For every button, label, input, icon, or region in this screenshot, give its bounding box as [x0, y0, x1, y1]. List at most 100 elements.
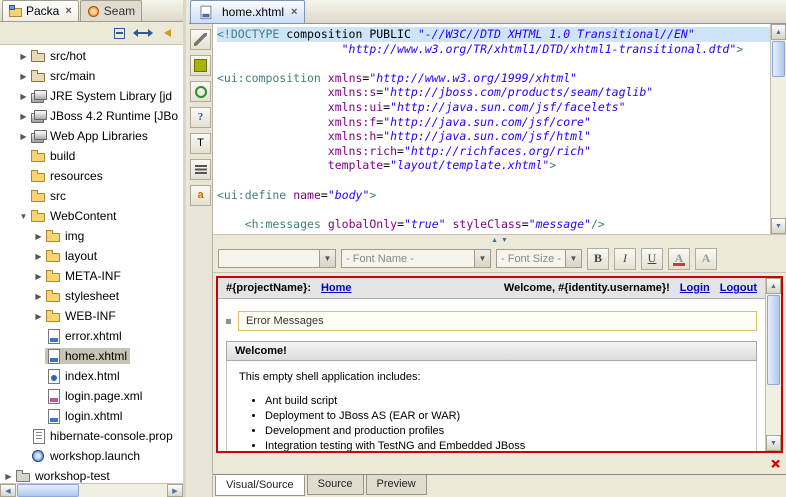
tree-item[interactable]: ▶JRE System Library [jd	[0, 86, 183, 106]
tree-item[interactable]: ▶layout	[0, 246, 183, 266]
scrollbar-track[interactable]	[80, 484, 167, 497]
scrollbar-thumb[interactable]	[767, 295, 780, 385]
code-line[interactable]	[217, 202, 770, 217]
tree-item[interactable]: ▶img	[0, 226, 183, 246]
tree-item[interactable]: ▶src/main	[0, 66, 183, 86]
scrollbar-thumb[interactable]	[17, 484, 79, 497]
login-link[interactable]: Login	[680, 282, 710, 294]
expander-icon[interactable]: ▶	[17, 52, 30, 61]
tree-item-content[interactable]: home.xhtml	[45, 348, 130, 364]
tree-item-content[interactable]: resources	[30, 168, 106, 184]
italic-button[interactable]: I	[614, 248, 636, 270]
tree-item[interactable]: build	[0, 146, 183, 166]
messages-element-row[interactable]: Error Messages	[226, 311, 757, 331]
bullet-list-icon[interactable]	[190, 159, 211, 180]
tree-item[interactable]: ▼WebContent	[0, 206, 183, 226]
highlight-color-icon[interactable]: A	[695, 248, 717, 270]
code-line[interactable]: xmlns:rich="http://richfaces.org/rich"	[217, 144, 770, 159]
tree-item-content[interactable]: stylesheet	[45, 288, 122, 304]
tree-item[interactable]: workshop.launch	[0, 446, 183, 466]
tree-item-content[interactable]: workshop-test	[15, 468, 113, 483]
chevron-down-icon[interactable]: ▼	[319, 250, 335, 267]
tree-item-content[interactable]: workshop.launch	[30, 448, 143, 464]
expander-icon[interactable]: ▶	[32, 252, 45, 261]
bold-button[interactable]: B	[587, 248, 609, 270]
expander-icon[interactable]: ▶	[32, 292, 45, 301]
tree-item-content[interactable]: index.html	[45, 368, 123, 384]
tree-item-content[interactable]: build	[30, 148, 78, 164]
expander-icon[interactable]: ▶	[17, 112, 30, 121]
code-line[interactable]: template="layout/template.xhtml">	[217, 158, 770, 173]
logout-link[interactable]: Logout	[720, 282, 757, 294]
tree-item-content[interactable]: login.page.xml	[45, 388, 145, 404]
tree-item[interactable]: login.xhtml	[0, 406, 183, 426]
font-size-dropdown[interactable]: - Font Size - ▼	[496, 249, 582, 268]
expander-icon[interactable]: ▶	[17, 92, 30, 101]
tree-item-content[interactable]: WebContent	[30, 208, 120, 224]
tree-item[interactable]: ▶src/hot	[0, 46, 183, 66]
tree-item[interactable]: ▶stylesheet	[0, 286, 183, 306]
expander-icon[interactable]: ▶	[32, 312, 45, 321]
scroll-up-icon[interactable]: ▲	[766, 278, 781, 294]
editor-tab-home-xhtml[interactable]: home.xhtml ×	[190, 0, 305, 23]
scrollbar-track[interactable]	[766, 386, 781, 435]
expander-icon[interactable]: ▶	[17, 132, 30, 141]
tree-item[interactable]: ▶WEB-INF	[0, 306, 183, 326]
tree-item-content[interactable]: src/main	[30, 68, 98, 84]
scroll-left-icon[interactable]: ◀	[0, 484, 16, 497]
tree-item-content[interactable]: error.xhtml	[45, 328, 125, 344]
tree-item[interactable]: ▶workshop-test	[0, 466, 183, 483]
underline-button[interactable]: U	[641, 248, 663, 270]
tree-item[interactable]: resources	[0, 166, 183, 186]
tree-item-content[interactable]: META-INF	[45, 268, 124, 284]
close-icon[interactable]: ×	[65, 5, 71, 17]
close-icon[interactable]: ×	[291, 6, 297, 18]
minimize-view-icon[interactable]	[157, 24, 177, 43]
tree-horizontal-scrollbar[interactable]: ◀ ▶	[0, 483, 183, 497]
scroll-down-icon[interactable]: ▼	[771, 218, 786, 234]
tree-item-content[interactable]: login.xhtml	[45, 408, 125, 424]
code-scrollbar[interactable]: ▲ ▼	[770, 24, 786, 234]
tree-item[interactable]: hibernate-console.prop	[0, 426, 183, 446]
text-formatting-icon[interactable]: T	[190, 133, 211, 154]
error-messages-box[interactable]: Error Messages	[238, 311, 757, 331]
tree-item-content[interactable]: hibernate-console.prop	[30, 428, 176, 444]
tree-item[interactable]: ▶JBoss 4.2 Runtime [JBo	[0, 106, 183, 126]
expander-icon[interactable]: ▶	[32, 272, 45, 281]
home-link[interactable]: Home	[321, 282, 352, 294]
code-line[interactable]: <!DOCTYPE composition PUBLIC "-//W3C//DT…	[217, 27, 770, 42]
expander-icon[interactable]: ▶	[17, 72, 30, 81]
anchor-icon[interactable]: a	[190, 185, 211, 206]
collapse-all-icon[interactable]	[109, 24, 129, 43]
code-line[interactable]	[217, 56, 770, 71]
code-line[interactable]: xmlns:ui="http://java.sun.com/jsf/facele…	[217, 100, 770, 115]
code-line[interactable]: xmlns:f="http://java.sun.com/jsf/core"	[217, 115, 770, 130]
code-line[interactable]	[217, 173, 770, 188]
tree-item[interactable]: src	[0, 186, 183, 206]
preview-scrollbar[interactable]: ▲ ▼	[765, 278, 781, 451]
sash-up-icon[interactable]: ▲	[491, 237, 498, 244]
tree-item-content[interactable]: img	[45, 228, 87, 244]
tree-item-content[interactable]: layout	[45, 248, 100, 264]
split-sash[interactable]: ▲ ▼	[213, 234, 786, 245]
code-line[interactable]: <ui:composition xmlns="http://www.w3.org…	[217, 71, 770, 86]
code-line[interactable]: xmlns:h="http://java.sun.com/jsf/html"	[217, 129, 770, 144]
tree-item-content[interactable]: WEB-INF	[45, 308, 119, 324]
code-line[interactable]: <ui:define name="body">	[217, 188, 770, 203]
expander-icon[interactable]: ▼	[17, 212, 30, 221]
tree-item[interactable]: ▶Web App Libraries	[0, 126, 183, 146]
tree-item-content[interactable]: src	[30, 188, 69, 204]
tree-item-content[interactable]: Web App Libraries	[30, 128, 151, 144]
code-line[interactable]: xmlns:s="http://jboss.com/products/seam/…	[217, 85, 770, 100]
chevron-down-icon[interactable]: ▼	[565, 250, 581, 267]
font-name-dropdown[interactable]: - Font Name - ▼	[341, 249, 491, 268]
page-tab-visual-source[interactable]: Visual/Source	[215, 475, 305, 496]
tree-item-content[interactable]: JRE System Library [jd	[30, 88, 175, 104]
style-dropdown[interactable]: ▼	[218, 249, 336, 268]
view-tab-packa[interactable]: Packa×	[2, 0, 79, 21]
tree-item[interactable]: error.xhtml	[0, 326, 183, 346]
expander-icon[interactable]: ▶	[2, 472, 15, 481]
code-area[interactable]: <!DOCTYPE composition PUBLIC "-//W3C//DT…	[213, 24, 770, 234]
refresh-icon[interactable]	[190, 81, 211, 102]
code-line[interactable]: "http://www.w3.org/TR/xhtml1/DTD/xhtml1-…	[217, 42, 770, 57]
